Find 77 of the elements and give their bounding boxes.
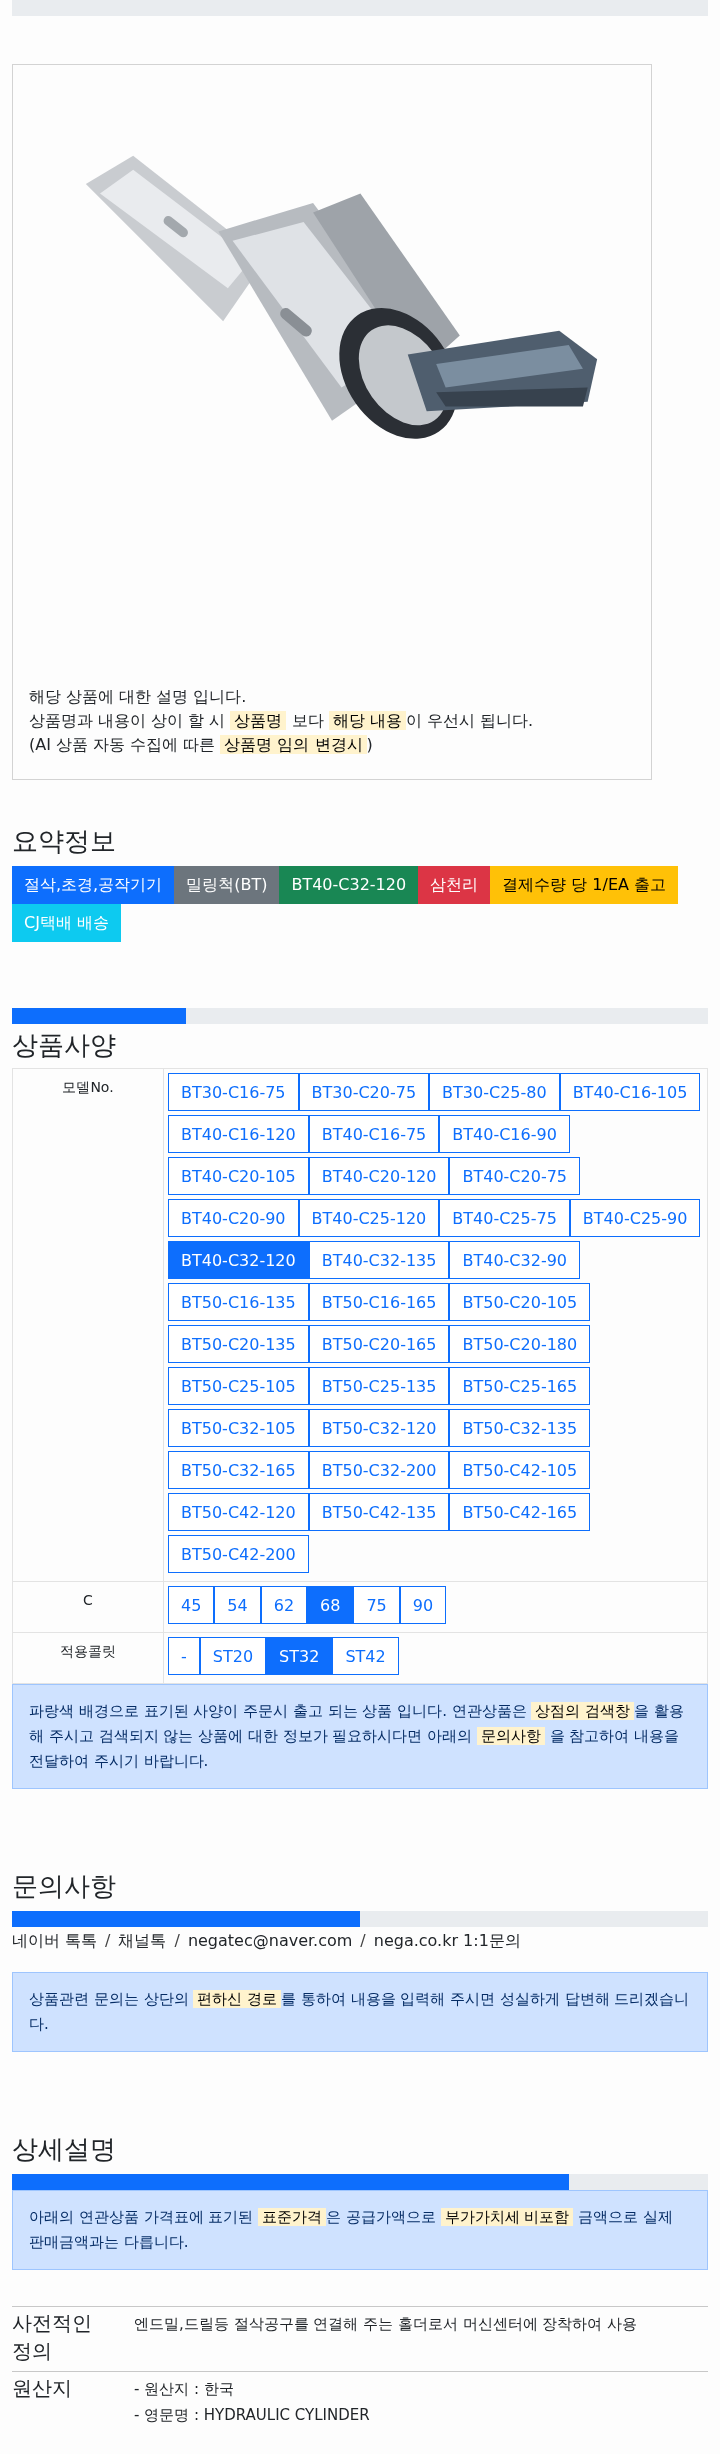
tag: 절삭,초경,공작기기 xyxy=(12,866,175,904)
option-button[interactable]: ST20 xyxy=(199,1637,267,1675)
option-button[interactable]: BT40-C25-90 xyxy=(569,1199,701,1237)
tag: 삼천리 xyxy=(418,866,491,904)
option-button[interactable]: BT40-C32-120 xyxy=(168,1241,309,1279)
tag: 밀링척(BT) xyxy=(174,866,280,904)
option-button[interactable]: BT40-C16-90 xyxy=(439,1115,570,1153)
option-button[interactable]: BT30-C25-80 xyxy=(429,1073,560,1111)
option-button[interactable]: 75 xyxy=(353,1586,400,1624)
option-button[interactable]: BT40-C32-90 xyxy=(449,1241,580,1279)
contact-channel: 채널톡 xyxy=(118,1931,167,1952)
option-button[interactable]: BT30-C16-75 xyxy=(168,1073,299,1111)
contact-channel: negatec@naver.com xyxy=(187,1931,353,1952)
separator: / xyxy=(360,1931,366,1952)
option-button[interactable]: BT50-C42-135 xyxy=(308,1493,450,1531)
option-button[interactable]: BT40-C20-120 xyxy=(308,1157,450,1195)
tag: 결제수량 당 1/EA 출고 xyxy=(490,866,679,904)
notice-text: 상품관련 문의는 상단의 편하신 경로를 통하여 내용을 입력해 주시면 성실하게 답변해 드리겠습니다. xyxy=(12,1972,708,2052)
option-button[interactable]: 90 xyxy=(399,1586,447,1624)
option-button[interactable]: BT50-C25-165 xyxy=(449,1367,591,1405)
option-button[interactable]: BT50-C16-135 xyxy=(168,1283,309,1321)
option-button[interactable]: BT50-C25-135 xyxy=(308,1367,450,1405)
option-button[interactable]: BT40-C20-75 xyxy=(449,1157,580,1195)
description-text: 상품명과 내용이 상이 할 시 상품명 보다 해당 내용이 우선시 됩니다. xyxy=(29,710,534,732)
section-heading: 문의사항 xyxy=(12,1870,117,1903)
option-button[interactable]: 68 xyxy=(307,1586,354,1624)
option-button[interactable]: BT50-C32-135 xyxy=(449,1409,591,1447)
option-button[interactable]: ST42 xyxy=(332,1637,399,1675)
description-text: 해당 상품에 대한 설명 입니다. xyxy=(29,686,248,708)
option-button[interactable]: BT40-C25-120 xyxy=(298,1199,440,1237)
spec-label: C xyxy=(83,1592,93,1608)
option-button[interactable]: BT50-C20-165 xyxy=(308,1325,450,1363)
option-button[interactable]: BT40-C20-105 xyxy=(168,1157,309,1195)
option-button[interactable]: BT50-C32-105 xyxy=(168,1409,309,1447)
option-button[interactable]: BT50-C32-200 xyxy=(308,1451,450,1489)
tag: CJ택배 배송 xyxy=(12,904,121,942)
option-button[interactable]: BT50-C32-120 xyxy=(308,1409,450,1447)
option-button[interactable]: BT50-C42-200 xyxy=(168,1535,309,1573)
tag: BT40-C32-120 xyxy=(279,866,419,904)
option-button[interactable]: BT50-C20-105 xyxy=(449,1283,591,1321)
detail-text: 엔드밀,드릴등 절삭공구를 연결해 주는 홀더로서 머신센터에 장착하여 사용 xyxy=(134,2314,639,2335)
option-button[interactable]: BT40-C16-75 xyxy=(308,1115,440,1153)
section-heading: 요약정보 xyxy=(12,825,117,858)
section-heading: 상품사양 xyxy=(12,1029,117,1062)
option-button[interactable]: BT50-C42-165 xyxy=(449,1493,591,1531)
option-button[interactable]: BT50-C42-120 xyxy=(168,1493,309,1531)
option-button[interactable]: BT50-C20-180 xyxy=(449,1325,591,1363)
option-button[interactable]: BT40-C16-120 xyxy=(168,1115,309,1153)
separator: / xyxy=(174,1931,180,1952)
detail-label: 원산지 xyxy=(12,2376,72,2400)
spec-label: 적용콜릿 xyxy=(60,1643,116,1659)
option-button[interactable]: BT40-C20-90 xyxy=(168,1199,299,1237)
option-button[interactable]: BT50-C20-135 xyxy=(168,1325,309,1363)
option-button[interactable]: BT50-C25-105 xyxy=(168,1367,309,1405)
notice-text: 파랑색 배경으로 표기된 사양이 주문시 출고 되는 상품 입니다. 연관상품은 상점의 검색창을 활용해 주시고 검색되지 않는 상품에 대한 정보가 필요하시다면 아래의 문의사항 을 참고하여 내용을 전달하여 주시기 바랍니다. xyxy=(12,1684,708,1789)
spec-label: 모델No. xyxy=(62,1079,114,1095)
detail-text: - 원산지 : 한국 xyxy=(134,2379,235,2400)
option-button[interactable]: 62 xyxy=(260,1586,308,1624)
option-button[interactable]: BT50-C32-165 xyxy=(168,1451,309,1489)
option-button[interactable]: BT30-C20-75 xyxy=(298,1073,430,1111)
option-button[interactable]: BT50-C42-105 xyxy=(449,1451,591,1489)
option-button[interactable]: BT40-C32-135 xyxy=(308,1241,450,1279)
option-button[interactable]: 54 xyxy=(214,1586,261,1624)
option-button[interactable]: - xyxy=(168,1637,200,1675)
detail-text: - 영문명 : HYDRAULIC CYLINDER xyxy=(134,2405,371,2426)
contact-channel: 네이버 톡톡 xyxy=(12,1931,98,1952)
option-button[interactable]: BT40-C16-105 xyxy=(559,1073,701,1111)
option-button[interactable]: BT50-C16-165 xyxy=(308,1283,450,1321)
separator: / xyxy=(105,1931,111,1952)
detail-label: 사전적인 정의 xyxy=(12,2311,92,2363)
contact-channel: nega.co.kr 1:1문의 xyxy=(373,1931,521,1952)
option-button[interactable]: 45 xyxy=(168,1586,215,1624)
option-button[interactable]: ST32 xyxy=(266,1637,333,1675)
section-heading: 상세설명 xyxy=(12,2133,117,2166)
option-button[interactable]: BT40-C25-75 xyxy=(439,1199,570,1237)
description-text: (AI 상품 자동 수집에 따른 상품명 임의 변경시) xyxy=(29,734,374,756)
notice-text: 아래의 연관상품 가격표에 표기된 표준가격은 공급가액으로 부가가치세 비포함 금액으로 실제 판매금액과는 다릅니다. xyxy=(12,2190,708,2270)
